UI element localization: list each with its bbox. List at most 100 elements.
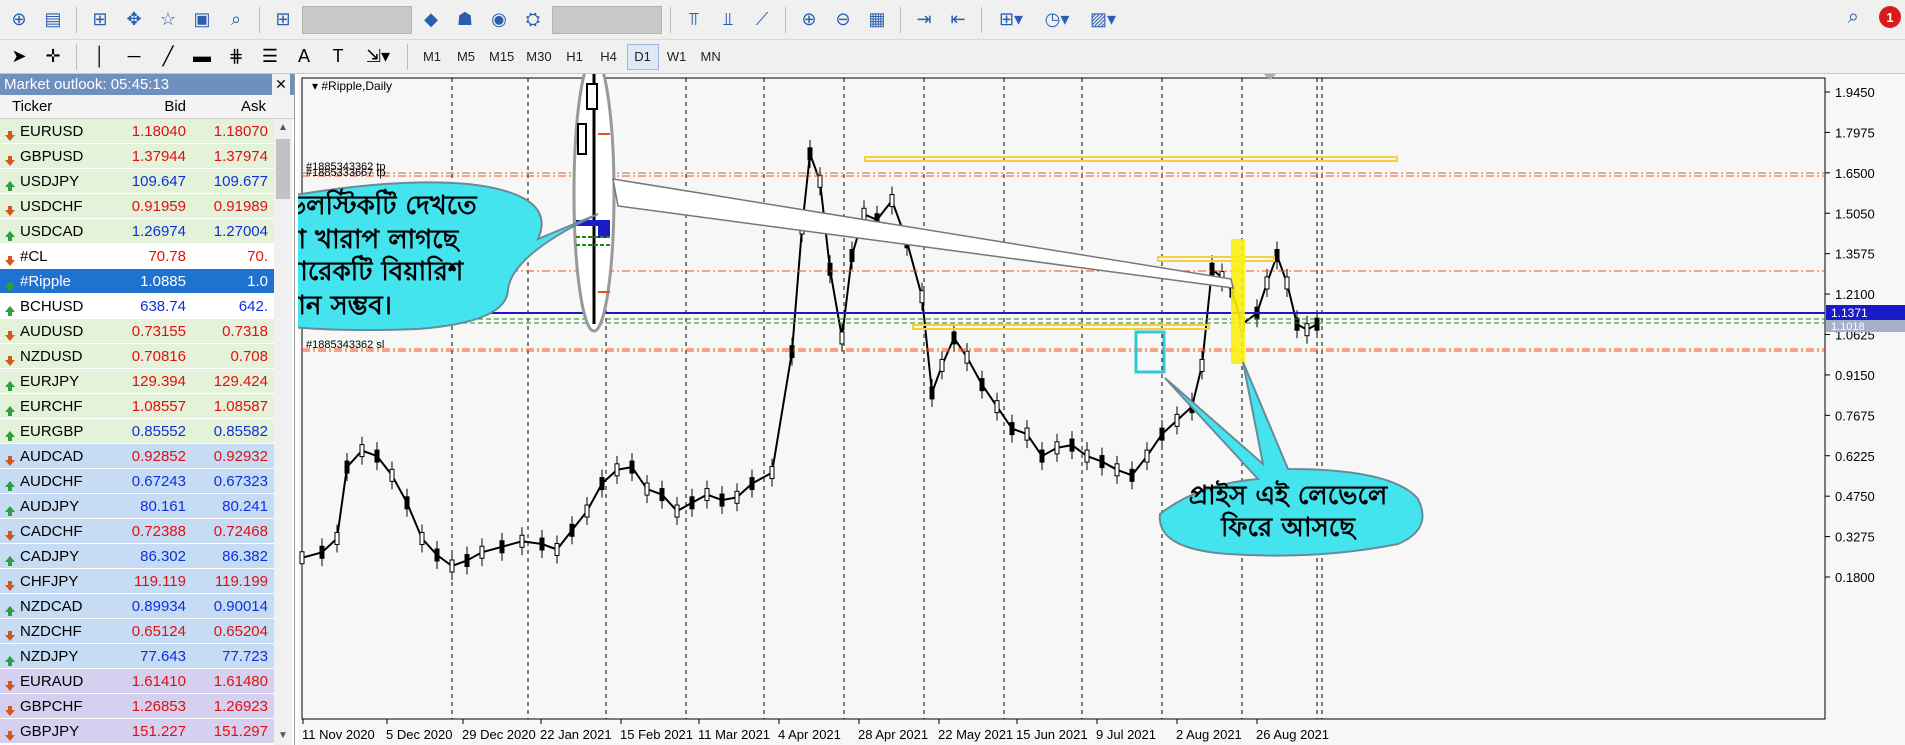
autoscroll-icon[interactable]: ⇥ [909,5,939,35]
timeframe-m30[interactable]: M30 [521,44,556,70]
close-icon[interactable]: ✕ [272,74,290,95]
symbol-row-eurusd[interactable]: EURUSD 1.18040 1.18070 [0,119,274,144]
symbol-row-cadjpy[interactable]: CADJPY 86.302 86.382 [0,544,274,569]
header-bid[interactable]: Bid [110,95,190,118]
autotrading-icon[interactable]: ⛭ [518,5,548,35]
arrow-up-icon [4,300,16,316]
symbol-ticker-cell: #Ripple [0,269,110,293]
vps-icon[interactable]: ◉ [484,5,514,35]
candle-body [789,345,795,359]
bubble-left-line: রান সম্ভব। [298,291,392,321]
symbol-row-cl[interactable]: #CL 70.78 70. [0,244,274,269]
search-icon[interactable]: ⌕ [1848,6,1859,29]
market-watch-icon[interactable]: ⊞ [85,5,115,35]
symbol-row-usdchf[interactable]: USDCHF 0.91959 0.91989 [0,194,274,219]
horizontal-line-icon[interactable]: ─ [119,42,149,72]
arrows-icon[interactable]: ⇲▾ [357,42,399,72]
new-order-icon[interactable]: ⊕ [4,5,34,35]
symbol-bid: 0.91959 [110,194,190,218]
templates-icon[interactable]: ▨▾ [1082,5,1124,35]
chart-shift-icon[interactable]: ⇤ [943,5,973,35]
tester-icon[interactable]: ⌕ [221,5,251,35]
symbol-row-ripple[interactable]: #Ripple 1.0885 1.0 [0,269,274,294]
timeframe-mn[interactable]: MN [695,44,727,70]
tile-windows-icon[interactable]: ▦ [862,5,892,35]
timeframe-w1[interactable]: W1 [661,44,693,70]
scroll-thumb[interactable] [276,139,290,199]
crosshair-icon[interactable]: ✛ [38,42,68,72]
price-chart[interactable]: 1.94501.79751.65001.50501.35751.21001.06… [298,74,1905,745]
text-icon[interactable]: A [289,42,319,72]
new-order-button-icon[interactable]: ⊞ [268,5,298,35]
candle-body [499,540,505,554]
header-ask[interactable]: Ask [190,95,272,118]
symbol-row-euraud[interactable]: EURAUD 1.61410 1.61480 [0,669,274,694]
line-chart-icon[interactable]: ⟋ [747,5,777,35]
bar-chart-icon[interactable]: ⫪ [679,5,709,35]
candle-chart-icon[interactable]: ⫫ [713,5,743,35]
text-label-icon[interactable]: T [323,42,353,72]
symbol-ask: 0.90014 [213,598,268,615]
symbol-row-nzdjpy[interactable]: NZDJPY 77.643 77.723 [0,644,274,669]
candle-body [299,551,305,565]
candle-body [629,460,635,474]
symbol-row-audjpy[interactable]: AUDJPY 80.161 80.241 [0,494,274,519]
header-ticker[interactable]: Ticker [0,95,110,118]
timeframe-d1[interactable]: D1 [626,43,659,70]
symbol-row-gbpchf[interactable]: GBPCHF 1.26853 1.26923 [0,694,274,719]
timeframe-m1[interactable]: M1 [416,44,448,70]
signals-icon[interactable]: ◆ [416,5,446,35]
symbol-row-eurgbp[interactable]: EURGBP 0.85552 0.85582 [0,419,274,444]
scroll-up-icon[interactable]: ▲ [274,119,292,137]
zoom-out-icon[interactable]: ⊖ [828,5,858,35]
vertical-line-icon[interactable]: │ [85,42,115,72]
timeframe-h1[interactable]: H1 [559,44,591,70]
symbol-ticker-cell: GBPUSD [0,144,110,168]
arrow-down-icon [4,700,16,716]
autotrading-combo[interactable] [552,5,662,34]
symbol-name: EURGBP [20,422,84,440]
channel-icon[interactable]: ▬ [187,42,217,72]
indicators-icon[interactable]: ⊞▾ [990,5,1032,35]
symbol-row-nzdchf[interactable]: NZDCHF 0.65124 0.65204 [0,619,274,644]
symbol-row-gbpjpy[interactable]: GBPJPY 151.227 151.297 [0,719,274,744]
zoom-in-icon[interactable]: ⊕ [794,5,824,35]
candle-body [464,554,470,568]
trendline-icon[interactable]: ╱ [153,42,183,72]
symbol-row-audusd[interactable]: AUDUSD 0.73155 0.7318 [0,319,274,344]
market-icon[interactable]: ☗ [450,5,480,35]
scroll-down-icon[interactable]: ▼ [274,727,292,745]
cursor-icon[interactable]: ➤ [4,42,34,72]
symbol-row-cadchf[interactable]: CADCHF 0.72388 0.72468 [0,519,274,544]
symbol-ask: 1.37974 [213,148,268,165]
timeframe-m5[interactable]: M5 [450,44,482,70]
chart-window[interactable]: 1.9450 1.7975 1.6500 1.5050 1.3575 1.2100 1.06… [298,74,1905,745]
market-watch-scrollbar[interactable]: ▲ ▼ [274,119,292,745]
timeframe-m15[interactable]: M15 [484,44,519,70]
fib-levels-icon[interactable]: ☰ [255,42,285,72]
periods-icon[interactable]: ◷▾ [1036,5,1078,35]
symbol-row-nzdusd[interactable]: NZDUSD 0.70816 0.708 [0,344,274,369]
symbol-row-gbpusd[interactable]: GBPUSD 1.37944 1.37974 [0,144,274,169]
account-combo[interactable] [302,5,412,34]
symbol-row-chfjpy[interactable]: CHFJPY 119.119 119.199 [0,569,274,594]
notification-badge-icon[interactable]: 1 [1879,6,1901,28]
timeframe-h4[interactable]: H4 [593,44,625,70]
symbol-row-eurchf[interactable]: EURCHF 1.08557 1.08587 [0,394,274,419]
zoom-candle-body-2 [577,123,587,155]
symbol-row-bchusd[interactable]: BCHUSD 638.74 642. [0,294,274,319]
symbol-row-audcad[interactable]: AUDCAD 0.92852 0.92932 [0,444,274,469]
symbol-row-audchf[interactable]: AUDCHF 0.67243 0.67323 [0,469,274,494]
fibonacci-icon[interactable]: ⋕ [221,42,251,72]
symbol-row-usdjpy[interactable]: USDJPY 109.647 109.677 [0,169,274,194]
crosshair-nav-icon[interactable]: ✥ [119,5,149,35]
profiles-icon[interactable]: ▤ [38,5,68,35]
favorites-icon[interactable]: ☆ [153,5,183,35]
bubble-right-line: ফিরে আসছে [1220,511,1357,543]
symbol-row-nzdcad[interactable]: NZDCAD 0.89934 0.90014 [0,594,274,619]
symbol-row-eurjpy[interactable]: EURJPY 129.394 129.424 [0,369,274,394]
symbol-ask: 0.72468 [213,523,268,540]
symbol-name: #CL [20,247,48,265]
symbol-row-usdcad[interactable]: USDCAD 1.26974 1.27004 [0,219,274,244]
terminal-icon[interactable]: ▣ [187,5,217,35]
